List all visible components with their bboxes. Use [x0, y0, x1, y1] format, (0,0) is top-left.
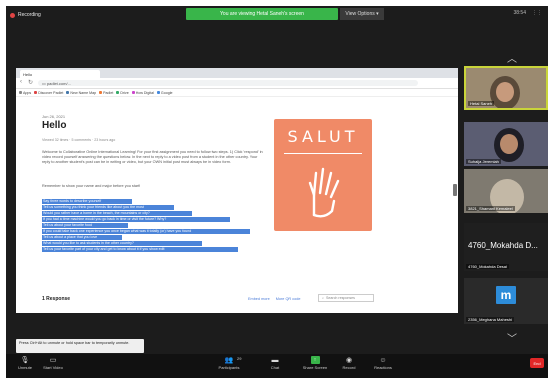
responses-heading: 1 Response [42, 296, 71, 302]
search-icon: ⌕ [322, 296, 325, 300]
zoom-window: Recording You are viewing Hetal Saneh's … [6, 6, 548, 378]
highlighted-question: If you could take back one experience yo… [42, 229, 250, 234]
unmute-tooltip: Press Ctrl+Alt to unmute or hold space b… [16, 339, 144, 353]
padlet-post-page: Jun 26, 2021 Hello Viewed 32 times · 5 c… [16, 98, 458, 313]
browser-tab-bar: Hello [16, 68, 458, 78]
record-button[interactable]: ◉ Record [332, 356, 366, 370]
participant-name: Hetal Saneh [468, 101, 495, 106]
back-arrow-icon[interactable]: ‹ [20, 79, 22, 85]
participant-name: Suhalja Jeremiah [466, 159, 501, 164]
embed-link[interactable]: Embed more [248, 297, 270, 301]
tab-title: Hello [23, 71, 33, 77]
meeting-timer: 38:54 [513, 10, 526, 16]
bookmarks-bar: Apps Discover Padlet New Name Map Padlet… [16, 89, 458, 97]
qr-code-link[interactable]: More QR code [276, 297, 301, 301]
post-instructions: Welcome to Collaborative Online Internat… [42, 150, 263, 165]
card-divider [284, 153, 362, 154]
participant-tile[interactable]: 3821_Shamanl Kemaleel [464, 169, 548, 213]
bookmark-item[interactable]: Google [156, 91, 173, 95]
participant-tile-avatar[interactable]: m 2356_Meghana Maheshi [464, 278, 548, 324]
share-screen-icon: ↑ [310, 356, 320, 364]
salut-image-card: SALUT [274, 119, 372, 231]
bookmark-item[interactable]: Drive [116, 91, 129, 95]
recording-indicator: Recording [10, 9, 41, 21]
bookmark-item[interactable]: How Digital [131, 91, 154, 95]
participants-count: 29 [237, 356, 242, 361]
chevron-up-icon[interactable]: ︿ [507, 50, 517, 65]
top-right-status: 38:54 ⋮⋮ [513, 10, 542, 16]
end-meeting-button[interactable]: End [530, 358, 544, 368]
highlighted-question: Tell us about your favorite food [42, 223, 128, 228]
bookmark-item[interactable]: Discover Padlet [34, 91, 63, 95]
bookmark-item[interactable]: New Name Map [66, 91, 96, 95]
responses-links: Embed more More QR code [248, 297, 300, 301]
participant-name-large: 4760_Mokahda D... [468, 241, 538, 250]
bookmark-item[interactable]: Padlet [99, 91, 113, 95]
highlighted-question: What would you like to ask students in t… [42, 241, 202, 246]
screen-share-banner: You are viewing Hetal Saneh's screen [186, 8, 338, 20]
bookmark-item[interactable]: Apps [19, 91, 31, 95]
post-reminder: Remember to show your name and major bef… [42, 184, 141, 188]
chevron-down-icon[interactable]: ﹀ [507, 330, 517, 345]
participant-tile[interactable]: Suhalja Jeremiah [464, 122, 548, 166]
participant-name: 4760_Mokahda Desai [466, 264, 509, 269]
gallery-view-icon[interactable]: ⋮⋮ [532, 10, 542, 16]
reactions-icon: ☺ [379, 356, 387, 364]
browser-address-bar: ‹ ↻ ▭ padlet.com/... [16, 78, 458, 89]
reactions-button[interactable]: ☺ Reactions [366, 356, 400, 371]
share-screen-button[interactable]: ↑ Share Screen [298, 356, 332, 370]
highlighted-question: Would you rather have a home in the beac… [42, 211, 192, 216]
participant-name: 2356_Meghana Maheshi [466, 317, 515, 322]
card-title: SALUT [287, 127, 359, 146]
view-options-button[interactable]: View Options ▾ [340, 8, 384, 20]
search-responses-input[interactable]: ⌕ Search responses [318, 294, 374, 302]
highlighted-question: Tell us your favorite part of your city … [42, 247, 238, 252]
highlighted-question: If you had a time machine would you go b… [42, 217, 230, 222]
participant-tile-active-speaker[interactable]: Hetal Saneh [464, 66, 548, 110]
participant-tile-video-off[interactable]: 4760_Mokahda D... 4760_Mokahda Desai [464, 223, 548, 271]
refresh-icon[interactable]: ↻ [28, 79, 33, 86]
panel-resize-handle[interactable] [453, 184, 457, 196]
participant-name: 3821_Shamanl Kemaleel [466, 206, 515, 211]
recording-label: Recording [18, 12, 41, 18]
participants-icon: 👥 [224, 357, 234, 364]
microphone-muted-icon: 🎙 [20, 357, 30, 364]
avatar: m [496, 286, 516, 304]
url-input[interactable]: ▭ padlet.com/... [38, 80, 418, 86]
start-video-button[interactable]: ▭ Start Video [36, 356, 70, 370]
chat-button[interactable]: ▬ Chat [258, 356, 292, 371]
post-date: Jun 26, 2021 [42, 114, 66, 119]
highlighted-question: Say three words to describe yourself [42, 199, 132, 204]
post-title: Hello [42, 120, 67, 131]
record-dot-icon [10, 12, 15, 18]
chat-icon: ▬ [271, 356, 279, 364]
browser-tab[interactable]: Hello [20, 70, 100, 78]
post-meta: Viewed 32 times · 5 comments · 23 hours … [42, 138, 116, 142]
record-icon: ◉ [345, 357, 353, 364]
shared-screen-browser: Hello ‹ ↻ ▭ padlet.com/... Apps Discover… [16, 68, 458, 313]
highlighted-question: Tell us something you think your friends… [42, 205, 174, 210]
waving-hand-icon [308, 167, 340, 218]
highlighted-question: Tell us about a place that you love [42, 235, 122, 240]
video-camera-off-icon: ▭ [49, 357, 57, 364]
